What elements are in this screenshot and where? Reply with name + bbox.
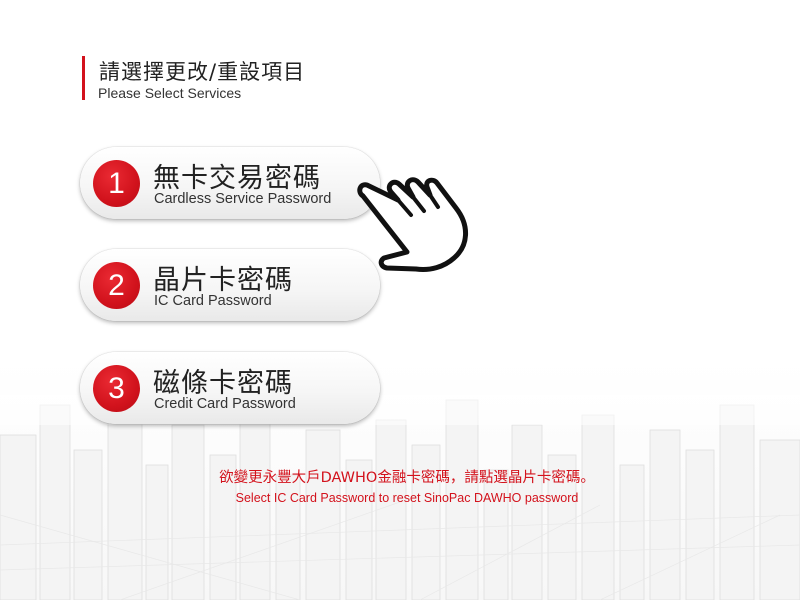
header-accent-bar <box>82 56 85 100</box>
notice-text-en: Select IC Card Password to reset SinoPac… <box>235 491 579 505</box>
option-number-badge: 1 <box>93 160 140 207</box>
screen: 請選擇更改/重設項目 Please Select Services 1 無卡交易… <box>0 0 800 600</box>
page-title: 請選擇更改/重設項目 <box>99 60 306 84</box>
option-label-en: Cardless Service Password <box>154 191 332 207</box>
option-cardless-service-password-button[interactable]: 1 無卡交易密碼 Cardless Service Password <box>80 147 380 219</box>
option-number-badge: 3 <box>93 365 140 412</box>
option-label-zh: 磁條卡密碼 <box>153 368 293 399</box>
page-subtitle: Please Select Services <box>98 85 242 101</box>
option-label-en: Credit Card Password <box>154 396 296 412</box>
notice-text-zh: 欲變更永豐大戶DAWHO金融卡密碼，請點選晶片卡密碼。 <box>219 470 595 486</box>
option-credit-card-password-button[interactable]: 3 磁條卡密碼 Credit Card Password <box>80 352 380 424</box>
option-label-en: IC Card Password <box>154 293 272 309</box>
option-label-zh: 晶片卡密碼 <box>153 265 293 296</box>
option-ic-card-password-button[interactable]: 2 晶片卡密碼 IC Card Password <box>80 249 380 321</box>
option-number-badge: 2 <box>93 262 140 309</box>
pointing-hand-icon <box>357 177 468 272</box>
option-label-zh: 無卡交易密碼 <box>153 163 321 194</box>
